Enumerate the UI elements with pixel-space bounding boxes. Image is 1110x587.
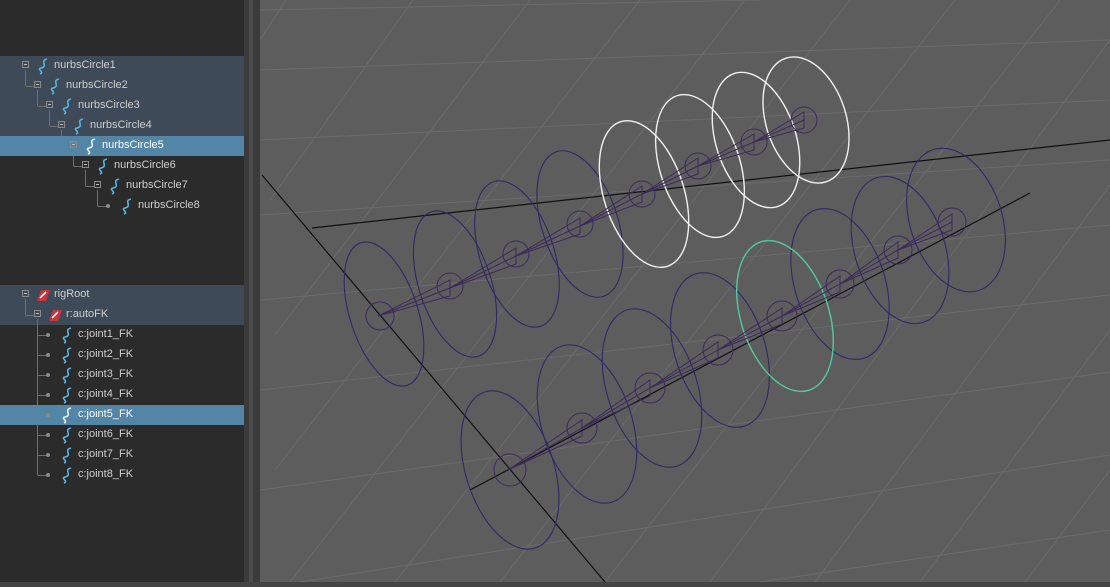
viewport-scene[interactable]: [259, 0, 1110, 583]
outliner-item-label: c:joint7_FK: [78, 448, 134, 460]
nurbs-curve-icon: [62, 98, 72, 115]
outliner-item-label: c:joint3_FK: [78, 368, 134, 380]
nurbs-curve-icon: [74, 118, 84, 135]
nurbs-curve-icon: [62, 407, 72, 424]
outliner-item-rigroot[interactable]: rigRoot: [0, 285, 244, 305]
leaf-dot-icon: [46, 393, 50, 397]
collapse-box-icon[interactable]: [34, 310, 41, 317]
nurbs-curve-icon: [62, 427, 72, 444]
nurbs-curve-icon: [62, 447, 72, 464]
outliner-item-label: c:joint6_FK: [78, 428, 134, 440]
collapse-box-icon[interactable]: [58, 121, 65, 128]
leaf-dot-icon: [46, 373, 50, 377]
collapse-box-icon[interactable]: [34, 81, 41, 88]
outliner-item-label: nurbsCircle2: [66, 79, 128, 91]
outliner-item-autofk[interactable]: r:autoFK: [0, 305, 244, 325]
outliner-item-joint3[interactable]: c:joint3_FK: [0, 365, 244, 385]
outliner-item-joint2[interactable]: c:joint2_FK: [0, 345, 244, 365]
nurbs-curve-icon: [50, 78, 60, 95]
outliner-item-nurbscircle3[interactable]: nurbsCircle3: [0, 96, 244, 116]
panel-splitter[interactable]: [244, 0, 260, 582]
outliner-item-joint6[interactable]: c:joint6_FK: [0, 425, 244, 445]
outliner-item-nurbscircle6[interactable]: nurbsCircle6: [0, 156, 244, 176]
outliner-item-label: r:autoFK: [66, 308, 109, 320]
collapse-box-icon[interactable]: [82, 161, 89, 168]
nurbs-curve-icon: [110, 178, 120, 195]
leaf-dot-icon: [106, 204, 110, 208]
outliner-item-label: nurbsCircle5: [102, 139, 164, 151]
outliner-item-label: nurbsCircle1: [54, 59, 116, 71]
collapse-box-icon[interactable]: [22, 61, 29, 68]
nurbs-curve-icon: [62, 467, 72, 484]
outliner-item-label: c:joint1_FK: [78, 328, 134, 340]
outliner-item-nurbscircle1[interactable]: nurbsCircle1: [0, 56, 244, 76]
outliner-item-joint5[interactable]: c:joint5_FK: [0, 405, 244, 425]
transform-icon: [37, 290, 50, 301]
outliner-item-joint4[interactable]: c:joint4_FK: [0, 385, 244, 405]
ground-grid: [259, 0, 1110, 583]
collapse-box-icon[interactable]: [70, 141, 77, 148]
outliner-item-nurbscircle5[interactable]: nurbsCircle5: [0, 136, 244, 156]
leaf-dot-icon: [46, 413, 50, 417]
outliner-item-nurbscircle7[interactable]: nurbsCircle7: [0, 176, 244, 196]
leaf-dot-icon: [46, 353, 50, 357]
leaf-dot-icon: [46, 433, 50, 437]
outliner-item-joint1[interactable]: c:joint1_FK: [0, 325, 244, 345]
outliner-item-label: c:joint2_FK: [78, 348, 134, 360]
leaf-dot-icon: [46, 453, 50, 457]
outliner-item-label: c:joint5_FK: [78, 408, 134, 420]
outliner-item-joint7[interactable]: c:joint7_FK: [0, 445, 244, 465]
3d-viewport[interactable]: [259, 0, 1110, 583]
nurbs-curve-icon: [62, 387, 72, 404]
collapse-box-icon[interactable]: [22, 290, 29, 297]
nurbs-curve-icon: [62, 327, 72, 344]
outliner-panel: nurbsCircle1 nurbsCircle2 nurbsCircle3 n…: [0, 0, 244, 582]
outliner-item-label: c:joint4_FK: [78, 388, 134, 400]
nurbs-curve-icon: [62, 347, 72, 364]
outliner-item-label: nurbsCircle3: [78, 99, 140, 111]
nurbs-curve-icon: [98, 158, 108, 175]
outliner-item-joint8[interactable]: c:joint8_FK: [0, 465, 244, 485]
collapse-box-icon[interactable]: [94, 181, 101, 188]
leaf-dot-icon: [46, 473, 50, 477]
outliner-item-label: nurbsCircle4: [90, 119, 152, 131]
nurbs-curve-icon: [122, 198, 132, 215]
nurbs-curve-icon: [86, 138, 96, 155]
leaf-dot-icon: [46, 333, 50, 337]
collapse-box-icon[interactable]: [46, 101, 53, 108]
outliner-item-nurbscircle4[interactable]: nurbsCircle4: [0, 116, 244, 136]
transform-icon: [49, 310, 62, 321]
outliner-item-label: nurbsCircle8: [138, 199, 200, 211]
outliner-item-label: rigRoot: [54, 288, 90, 300]
outliner-item-label: nurbsCircle6: [114, 159, 176, 171]
outliner-item-label: nurbsCircle7: [126, 179, 188, 191]
outliner-item-nurbscircle8[interactable]: nurbsCircle8: [0, 196, 244, 216]
outliner-item-nurbscircle2[interactable]: nurbsCircle2: [0, 76, 244, 96]
outliner-item-label: c:joint8_FK: [78, 468, 134, 480]
nurbs-curve-icon: [38, 58, 48, 75]
upper-fk-chain[interactable]: [328, 46, 864, 396]
nurbs-curve-icon: [62, 367, 72, 384]
